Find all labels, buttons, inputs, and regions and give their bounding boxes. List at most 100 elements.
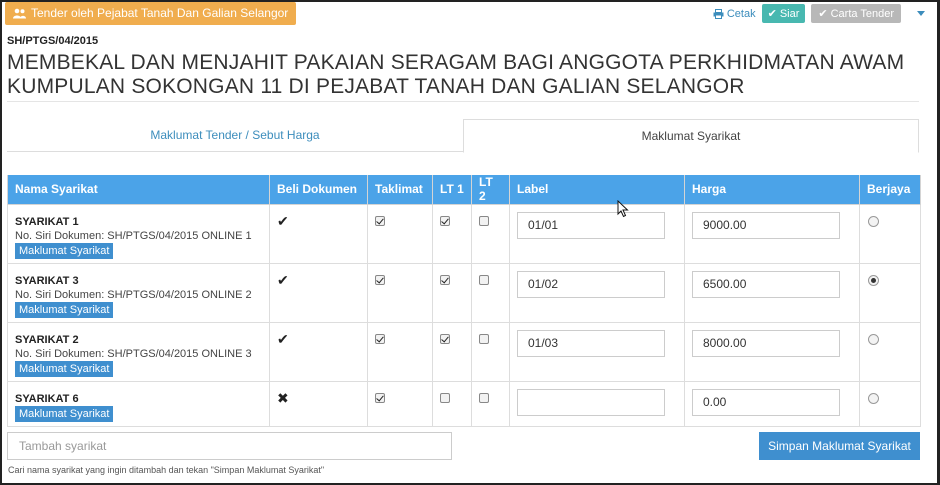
- tab-tender-info[interactable]: Maklumat Tender / Sebut Harga: [7, 119, 463, 152]
- company-cell: SYARIKAT 6 Maklumat Syarikat: [7, 380, 270, 427]
- company-table: Nama Syarikat Beli Dokumen Taklimat LT 1…: [7, 175, 921, 427]
- print-link-label: Cetak: [726, 7, 756, 20]
- company-cell: SYARIKAT 1 No. Siri Dokumen: SH/PTGS/04/…: [7, 203, 270, 264]
- print-link[interactable]: Cetak: [713, 8, 756, 20]
- winner-radio[interactable]: [868, 274, 879, 286]
- label-input[interactable]: [517, 211, 665, 239]
- document-serial: No. Siri Dokumen: SH/PTGS/04/2015 ONLINE…: [15, 347, 252, 360]
- publish-button[interactable]: ✔ Siar: [761, 4, 806, 23]
- price-input[interactable]: [692, 211, 840, 239]
- more-dropdown[interactable]: [907, 4, 935, 23]
- price-cell: [684, 321, 860, 382]
- price-input[interactable]: [692, 329, 840, 357]
- lt1-cell: [432, 380, 472, 427]
- winner-cell: [859, 203, 921, 264]
- top-bar: Tender oleh Pejabat Tanah Dan Galian Sel…: [5, 2, 935, 26]
- company-info-button[interactable]: Maklumat Syarikat: [15, 405, 114, 422]
- price-input[interactable]: [692, 388, 840, 416]
- label-input[interactable]: [517, 388, 665, 416]
- document-serial: No. Siri Dokumen: SH/PTGS/04/2015 ONLINE…: [15, 288, 252, 301]
- column-header: Harga: [684, 175, 860, 205]
- lt2-checkbox[interactable]: [479, 392, 489, 403]
- mouse-cursor-icon: [617, 200, 629, 218]
- winner-radio[interactable]: [868, 392, 879, 404]
- check-icon: ✔: [277, 271, 289, 288]
- tab-bar: Maklumat Tender / Sebut Harga Maklumat S…: [7, 119, 919, 153]
- company-name: SYARIKAT 3: [15, 274, 79, 287]
- print-icon: [713, 8, 724, 19]
- page-title: MEMBEKAL DAN MENJAHIT PAKAIAN SERAGAM BA…: [7, 51, 905, 98]
- label-input[interactable]: [517, 329, 665, 357]
- check-icon: ✔: [767, 8, 777, 20]
- briefing-checkbox[interactable]: [375, 333, 385, 344]
- briefing-checkbox[interactable]: [375, 392, 385, 403]
- winner-radio[interactable]: [868, 215, 879, 227]
- lt2-cell: [471, 321, 510, 382]
- tender-reference: SH/PTGS/04/2015: [7, 35, 99, 47]
- document-serial: No. Siri Dokumen: SH/PTGS/04/2015 ONLINE…: [15, 229, 252, 242]
- column-header: Taklimat: [367, 175, 433, 205]
- lt2-checkbox[interactable]: [479, 333, 489, 344]
- help-text: Cari nama syarikat yang ingin ditambah d…: [8, 465, 325, 475]
- check-icon: ✔: [277, 212, 289, 229]
- label-cell: [509, 321, 685, 382]
- lt1-checkbox[interactable]: [440, 274, 450, 285]
- company-info-button[interactable]: Maklumat Syarikat: [15, 360, 114, 377]
- lt1-checkbox[interactable]: [440, 333, 450, 344]
- price-input[interactable]: [692, 270, 840, 298]
- column-header: LT 2: [471, 175, 510, 205]
- table-row: SYARIKAT 1 No. Siri Dokumen: SH/PTGS/04/…: [7, 203, 921, 264]
- divider: [7, 101, 919, 102]
- company-cell: SYARIKAT 3 No. Siri Dokumen: SH/PTGS/04/…: [7, 262, 270, 323]
- company-info-button[interactable]: Maklumat Syarikat: [15, 301, 114, 318]
- office-button[interactable]: Tender oleh Pejabat Tanah Dan Galian Sel…: [5, 2, 297, 25]
- add-company-input[interactable]: [7, 432, 452, 460]
- tab-company-info[interactable]: Maklumat Syarikat: [463, 119, 919, 153]
- caret-down-icon: [917, 11, 925, 16]
- label-input[interactable]: [517, 270, 665, 298]
- lt2-cell: [471, 203, 510, 264]
- lt1-checkbox[interactable]: [440, 215, 450, 226]
- winner-radio[interactable]: [868, 333, 879, 345]
- lt1-cell: [432, 262, 472, 323]
- chart-button[interactable]: ✔ Carta Tender: [811, 4, 901, 23]
- briefing-cell: [367, 321, 433, 382]
- bought-document-cell: ✔: [269, 262, 368, 323]
- briefing-checkbox[interactable]: [375, 215, 385, 226]
- label-cell: [509, 380, 685, 427]
- save-company-button[interactable]: Simpan Maklumat Syarikat: [759, 432, 920, 460]
- lt1-cell: [432, 321, 472, 382]
- column-header: Beli Dokumen: [269, 175, 368, 205]
- cross-icon: ✖: [277, 389, 289, 406]
- lt2-cell: [471, 262, 510, 323]
- price-cell: [684, 203, 860, 264]
- winner-cell: [859, 321, 921, 382]
- check-icon: ✔: [277, 330, 289, 347]
- company-name: SYARIKAT 2: [15, 333, 79, 346]
- price-cell: [684, 262, 860, 323]
- check-icon: ✔: [818, 8, 828, 20]
- lt2-checkbox[interactable]: [479, 215, 489, 226]
- column-header: Nama Syarikat: [7, 175, 270, 205]
- publish-button-label: Siar: [779, 7, 800, 20]
- users-icon: [13, 8, 26, 19]
- header-actions: Cetak ✔ Siar ✔ Carta Tender: [713, 4, 935, 23]
- company-name: SYARIKAT 6: [15, 392, 79, 405]
- table-row: SYARIKAT 6 Maklumat Syarikat ✖: [7, 380, 921, 427]
- label-cell: [509, 262, 685, 323]
- column-header: Berjaya: [859, 175, 921, 205]
- company-name: SYARIKAT 1: [15, 215, 79, 228]
- briefing-cell: [367, 203, 433, 264]
- price-cell: [684, 380, 860, 427]
- company-cell: SYARIKAT 2 No. Siri Dokumen: SH/PTGS/04/…: [7, 321, 270, 382]
- table-header-row: Nama Syarikat Beli Dokumen Taklimat LT 1…: [7, 175, 921, 205]
- lt1-checkbox[interactable]: [440, 392, 450, 403]
- lt2-checkbox[interactable]: [479, 274, 489, 285]
- company-info-button[interactable]: Maklumat Syarikat: [15, 242, 114, 259]
- bought-document-cell: ✖: [269, 380, 368, 427]
- table-row: SYARIKAT 2 No. Siri Dokumen: SH/PTGS/04/…: [7, 321, 921, 382]
- briefing-cell: [367, 262, 433, 323]
- briefing-checkbox[interactable]: [375, 274, 385, 285]
- winner-cell: [859, 262, 921, 323]
- bought-document-cell: ✔: [269, 321, 368, 382]
